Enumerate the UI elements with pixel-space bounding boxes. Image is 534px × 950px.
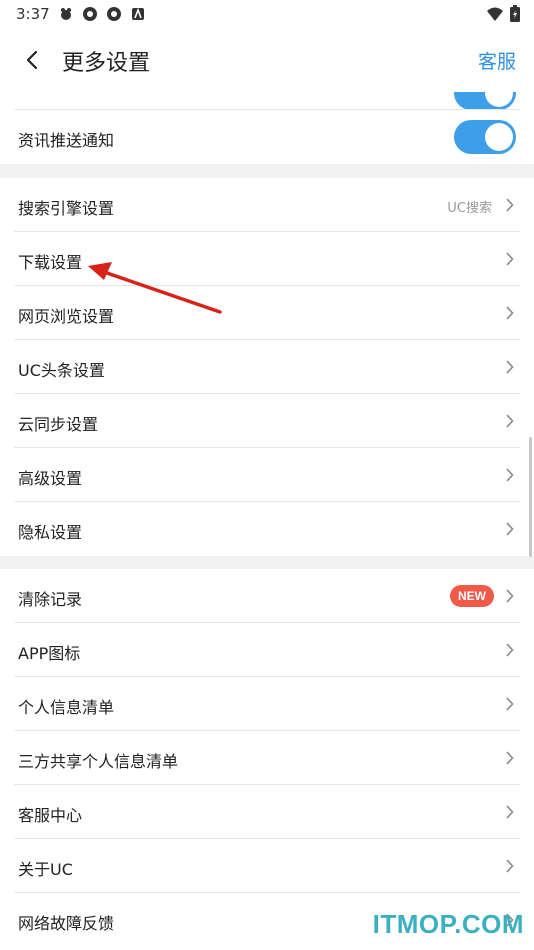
page-title: 更多设置 xyxy=(62,51,151,76)
chevron-right-icon xyxy=(506,468,514,482)
clear-history-row[interactable]: 清除记录 NEW xyxy=(0,569,534,623)
chevron-right-icon xyxy=(506,643,514,657)
cloud-sync-row[interactable]: 云同步设置 xyxy=(0,394,534,448)
third-party-info-label: 三方共享个人信息清单 xyxy=(18,752,179,771)
notification-app-icon xyxy=(107,7,121,21)
search-engine-value: UC搜索 xyxy=(447,201,492,216)
privacy-settings-row[interactable]: 隐私设置 xyxy=(0,502,534,556)
personal-info-label: 个人信息清单 xyxy=(18,698,115,717)
partial-toggle-row xyxy=(0,92,534,110)
browse-settings-label: 网页浏览设置 xyxy=(18,307,115,326)
download-settings-label: 下载设置 xyxy=(18,253,83,272)
chevron-right-icon xyxy=(506,252,514,266)
service-center-row[interactable]: 客服中心 xyxy=(0,785,534,839)
service-center-label: 客服中心 xyxy=(18,806,83,825)
chevron-right-icon xyxy=(506,306,514,320)
app-bar: 更多设置 客服 xyxy=(0,28,534,92)
headline-settings-label: UC头条设置 xyxy=(18,361,105,380)
status-bar: 3:37 xyxy=(0,0,534,28)
new-badge: NEW xyxy=(450,585,494,607)
app-icon-row[interactable]: APP图标 xyxy=(0,623,534,677)
chevron-right-icon xyxy=(506,198,514,212)
privacy-settings-label: 隐私设置 xyxy=(18,523,83,542)
status-time: 3:37 xyxy=(16,5,50,23)
notification-app-icon xyxy=(132,7,144,20)
partial-toggle[interactable] xyxy=(454,92,516,110)
cloud-sync-label: 云同步设置 xyxy=(18,415,99,434)
chevron-right-icon xyxy=(506,697,514,711)
download-settings-row[interactable]: 下载设置 xyxy=(0,232,534,286)
customer-service-link[interactable]: 客服 xyxy=(478,47,516,74)
search-engine-row[interactable]: 搜索引擎设置 UC搜索 xyxy=(0,178,534,232)
push-notification-row: 资讯推送通知 xyxy=(0,110,534,164)
back-button[interactable] xyxy=(18,46,46,74)
chevron-right-icon xyxy=(506,751,514,765)
third-party-info-row[interactable]: 三方共享个人信息清单 xyxy=(0,731,534,785)
advanced-settings-row[interactable]: 高级设置 xyxy=(0,448,534,502)
browse-settings-row[interactable]: 网页浏览设置 xyxy=(0,286,534,340)
advanced-settings-label: 高级设置 xyxy=(18,469,83,488)
chevron-right-icon xyxy=(506,414,514,428)
search-engine-label: 搜索引擎设置 xyxy=(18,199,115,218)
back-arrow-icon xyxy=(26,50,38,70)
chevron-right-icon xyxy=(506,589,514,603)
push-notification-label: 资讯推送通知 xyxy=(18,131,115,150)
chevron-right-icon xyxy=(506,805,514,819)
wifi-icon xyxy=(487,7,503,21)
scrollbar[interactable] xyxy=(529,437,532,557)
app-icon-label: APP图标 xyxy=(18,644,81,663)
network-feedback-label: 网络故障反馈 xyxy=(18,914,115,933)
toggle-knob xyxy=(485,123,513,151)
headline-settings-row[interactable]: UC头条设置 xyxy=(0,340,534,394)
about-uc-label: 关于UC xyxy=(18,860,73,879)
push-notification-toggle[interactable] xyxy=(454,120,516,154)
clear-history-label: 清除记录 xyxy=(18,590,83,609)
watermark-logo: ITMOP.COM xyxy=(372,909,524,939)
settings-list: 资讯推送通知 搜索引擎设置 UC搜索 下载设置 网页浏览设置 UC头条设置 云同… xyxy=(0,92,534,950)
about-uc-row[interactable]: 关于UC xyxy=(0,839,534,893)
notification-app-icon xyxy=(61,8,71,20)
battery-icon xyxy=(510,5,520,22)
chevron-right-icon xyxy=(506,522,514,536)
personal-info-row[interactable]: 个人信息清单 xyxy=(0,677,534,731)
notification-app-icon xyxy=(83,7,97,21)
chevron-right-icon xyxy=(506,360,514,374)
chevron-right-icon xyxy=(506,859,514,873)
